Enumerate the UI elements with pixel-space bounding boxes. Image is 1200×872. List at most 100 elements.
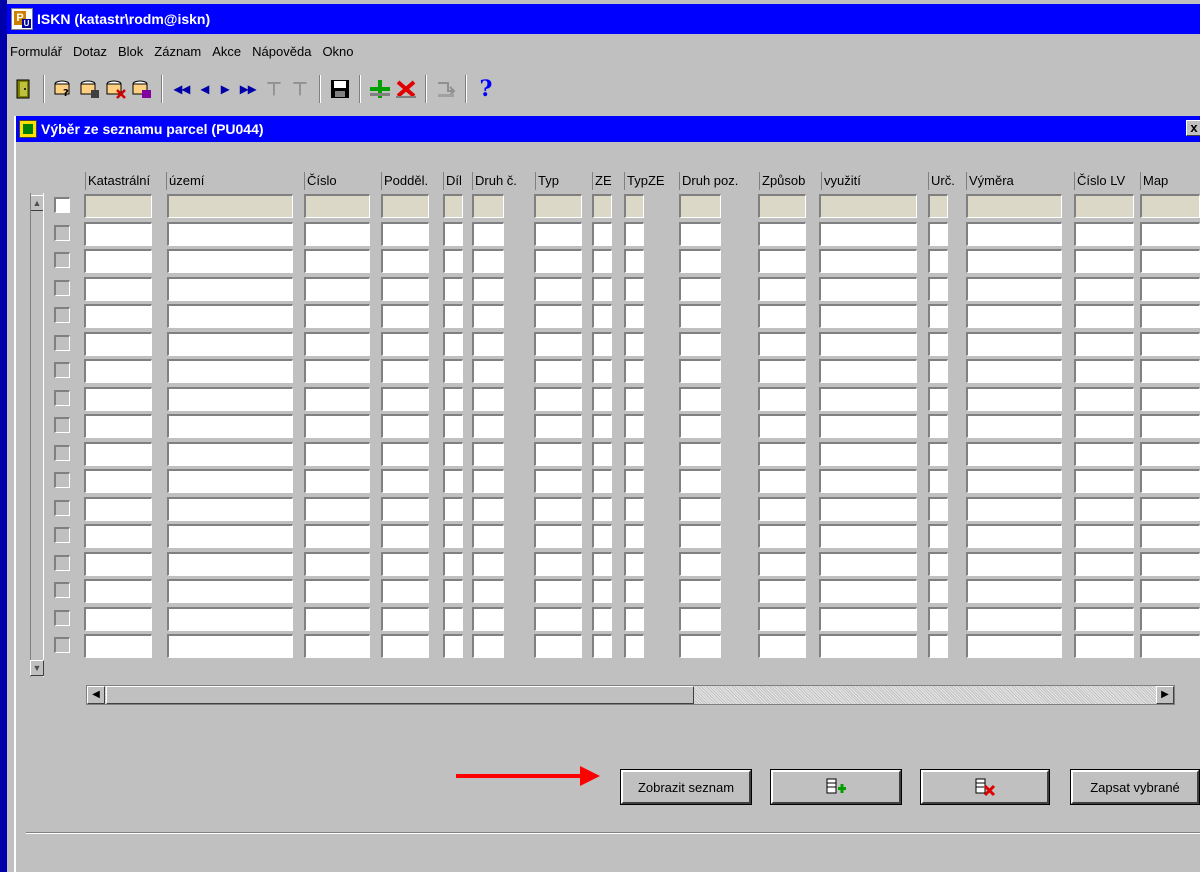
- query-enter-icon[interactable]: ?: [51, 75, 77, 103]
- grid-cell[interactable]: [1140, 497, 1200, 521]
- grid-cell[interactable]: [1074, 304, 1134, 328]
- grid-cell[interactable]: [472, 332, 504, 356]
- grid-cell[interactable]: [758, 194, 806, 218]
- grid-cell[interactable]: [304, 222, 370, 246]
- grid-cell[interactable]: [304, 497, 370, 521]
- grid-cell[interactable]: [381, 359, 429, 383]
- grid-cell[interactable]: [928, 332, 948, 356]
- grid-cell[interactable]: [966, 414, 1062, 438]
- grid-cell[interactable]: [928, 552, 948, 576]
- grid-cell[interactable]: [966, 579, 1062, 603]
- row-select-checkbox[interactable]: [54, 252, 70, 268]
- grid-cell[interactable]: [758, 469, 806, 493]
- grid-cell[interactable]: [84, 579, 152, 603]
- grid-cell[interactable]: [758, 359, 806, 383]
- grid-cell[interactable]: [679, 442, 721, 466]
- grid-cell[interactable]: [84, 414, 152, 438]
- grid-cell[interactable]: [1140, 442, 1200, 466]
- grid-cell[interactable]: [1140, 414, 1200, 438]
- grid-cell[interactable]: [966, 469, 1062, 493]
- grid-cell[interactable]: [679, 277, 721, 301]
- grid-cell[interactable]: [1074, 414, 1134, 438]
- grid-cell[interactable]: [679, 552, 721, 576]
- grid-cell[interactable]: [624, 304, 644, 328]
- row-select-checkbox[interactable]: [54, 445, 70, 461]
- grid-cell[interactable]: [472, 442, 504, 466]
- first-block-icon[interactable]: ◂◂: [169, 75, 195, 103]
- grid-cell[interactable]: [381, 469, 429, 493]
- grid-cell[interactable]: [1140, 552, 1200, 576]
- row-select-checkbox[interactable]: [54, 197, 70, 213]
- write-selected-button[interactable]: Zapsat vybrané: [1070, 769, 1200, 805]
- grid-cell[interactable]: [167, 332, 293, 356]
- grid-cell[interactable]: [928, 469, 948, 493]
- row-select-checkbox[interactable]: [54, 335, 70, 351]
- grid-cell[interactable]: [592, 414, 612, 438]
- last-block-icon[interactable]: ▸▸: [235, 75, 261, 103]
- grid-cell[interactable]: [1140, 194, 1200, 218]
- grid-cell[interactable]: [966, 249, 1062, 273]
- grid-cell[interactable]: [304, 579, 370, 603]
- grid-cell[interactable]: [304, 469, 370, 493]
- grid-cell[interactable]: [1074, 387, 1134, 411]
- grid-cell[interactable]: [472, 387, 504, 411]
- grid-cell[interactable]: [624, 277, 644, 301]
- grid-cell[interactable]: [624, 634, 644, 658]
- grid-cell[interactable]: [1074, 222, 1134, 246]
- grid-cell[interactable]: [304, 332, 370, 356]
- grid-cell[interactable]: [592, 222, 612, 246]
- grid-cell[interactable]: [84, 634, 152, 658]
- grid-cell[interactable]: [819, 332, 917, 356]
- help-icon[interactable]: ?: [473, 75, 499, 103]
- grid-cell[interactable]: [443, 607, 463, 631]
- grid-cell[interactable]: [819, 194, 917, 218]
- row-select-checkbox[interactable]: [54, 472, 70, 488]
- grid-cell[interactable]: [84, 442, 152, 466]
- grid-cell[interactable]: [966, 304, 1062, 328]
- grid-cell[interactable]: [167, 222, 293, 246]
- grid-cell[interactable]: [928, 414, 948, 438]
- grid-cell[interactable]: [472, 524, 504, 548]
- grid-cell[interactable]: [381, 222, 429, 246]
- grid-cell[interactable]: [472, 277, 504, 301]
- row-select-checkbox[interactable]: [54, 610, 70, 626]
- grid-cell[interactable]: [1140, 607, 1200, 631]
- grid-cell[interactable]: [534, 524, 582, 548]
- grid-cell[interactable]: [534, 607, 582, 631]
- grid-cell[interactable]: [624, 497, 644, 521]
- grid-cell[interactable]: [966, 194, 1062, 218]
- grid-cell[interactable]: [167, 194, 293, 218]
- grid-cell[interactable]: [1140, 359, 1200, 383]
- grid-cell[interactable]: [624, 194, 644, 218]
- grid-cell[interactable]: [928, 359, 948, 383]
- grid-cell[interactable]: [167, 579, 293, 603]
- grid-cell[interactable]: [758, 607, 806, 631]
- grid-cell[interactable]: [966, 222, 1062, 246]
- grid-cell[interactable]: [679, 497, 721, 521]
- grid-cell[interactable]: [167, 414, 293, 438]
- grid-cell[interactable]: [381, 332, 429, 356]
- row-select-checkbox[interactable]: [54, 637, 70, 653]
- menu-zaznam[interactable]: Záznam: [153, 42, 202, 61]
- grid-cell[interactable]: [472, 634, 504, 658]
- grid-cell[interactable]: [472, 414, 504, 438]
- grid-cell[interactable]: [304, 277, 370, 301]
- grid-cell[interactable]: [592, 579, 612, 603]
- grid-cell[interactable]: [534, 442, 582, 466]
- grid-cell[interactable]: [758, 304, 806, 328]
- menu-napoveda[interactable]: Nápověda: [251, 42, 312, 61]
- grid-cell[interactable]: [819, 249, 917, 273]
- grid-cell[interactable]: [819, 304, 917, 328]
- grid-cell[interactable]: [624, 387, 644, 411]
- grid-cell[interactable]: [928, 194, 948, 218]
- grid-cell[interactable]: [1140, 579, 1200, 603]
- grid-cell[interactable]: [679, 524, 721, 548]
- menu-formular[interactable]: Formulář: [9, 42, 63, 61]
- grid-cell[interactable]: [758, 552, 806, 576]
- grid-cell[interactable]: [167, 442, 293, 466]
- prev-record-icon[interactable]: ◂: [195, 75, 215, 103]
- grid-cell[interactable]: [443, 222, 463, 246]
- grid-cell[interactable]: [679, 332, 721, 356]
- grid-cell[interactable]: [304, 387, 370, 411]
- grid-cell[interactable]: [819, 634, 917, 658]
